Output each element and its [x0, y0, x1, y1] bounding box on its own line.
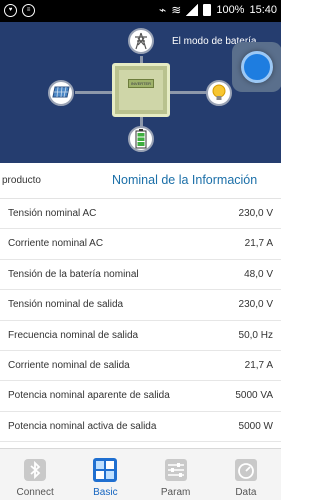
tab-label: Basic — [93, 487, 118, 498]
tab-param[interactable]: Param — [141, 449, 211, 500]
info-header: producto Nominal de la Información — [0, 163, 281, 199]
fab-circle-icon — [241, 51, 273, 83]
inverter-screen: INVERTER — [128, 79, 154, 88]
row-value: 50,0 Hz — [238, 329, 273, 341]
row-label: Frecuencia nominal de salida — [8, 329, 139, 341]
battery-icon — [128, 126, 154, 152]
tab-connect[interactable]: Connect — [0, 449, 70, 500]
light-bulb-icon — [206, 80, 232, 106]
status-bar: ♥ ≡ ⌁ ≋ 100% 15:40 — [0, 0, 281, 22]
list-item: Frecuencia nominal de salida 50,0 Hz — [0, 321, 281, 351]
tab-basic[interactable]: Basic — [70, 449, 140, 500]
row-label: Tensión nominal de salida — [8, 299, 124, 311]
dashboard-icon — [92, 457, 118, 483]
sliders-icon — [163, 457, 189, 483]
system-diagram: INVERTER El modo de batería — [0, 22, 281, 163]
list-item: Potencia nominal activa de salida 5000 W — [0, 412, 281, 443]
row-label: Potencia nominal aparente de salida — [8, 390, 170, 402]
row-value: 21,7 A — [244, 238, 273, 250]
tab-label: Param — [160, 487, 191, 498]
tab-data[interactable]: Data — [211, 449, 281, 500]
row-label: Corriente nominal de salida — [8, 359, 130, 371]
solar-panel-icon — [48, 80, 74, 106]
list-item: Corriente nominal AC 21,7 A — [0, 229, 281, 260]
row-label: Corriente nominal AC — [8, 238, 104, 250]
row-value: 230,0 V — [238, 299, 273, 311]
row-label: Tensión nominal AC — [8, 208, 97, 219]
wifi-icon: ≋ — [171, 3, 182, 17]
list-item: Tensión de la batería nominal 48,0 V — [0, 260, 281, 291]
list-item: Corriente nominal de salida 21,7 A — [0, 351, 281, 382]
row-value: 5000 W — [238, 420, 273, 432]
row-value: 48,0 V — [244, 268, 273, 280]
row-value: 5000 VA — [235, 390, 273, 402]
list-item: Potencia nominal aparente de salida 5000… — [0, 381, 281, 412]
gauge-icon — [233, 457, 259, 483]
row-label: Tensión de la batería nominal — [8, 268, 139, 280]
app-notification-icon: ≡ — [22, 4, 35, 17]
bottom-tab-bar: Connect Basic Param Data — [0, 448, 281, 500]
row-label: Potencia nominal activa de salida — [8, 420, 157, 432]
tab-label: Data — [235, 487, 257, 498]
signal-icon — [186, 4, 199, 16]
inverter-image: INVERTER — [112, 63, 170, 117]
grid-tower-icon — [128, 28, 154, 54]
product-label: producto — [2, 175, 41, 186]
bluetooth-icon — [22, 457, 48, 483]
battery-percent: 100% — [216, 4, 245, 16]
battery-icon — [203, 4, 212, 16]
tab-label: Connect — [16, 487, 54, 498]
floating-action-button[interactable] — [232, 42, 281, 92]
vibrate-icon: ⌁ — [159, 3, 167, 17]
row-value: 21,7 A — [244, 359, 273, 371]
clock: 15:40 — [249, 4, 277, 16]
row-value: 230,0 V — [238, 208, 273, 219]
list-item: Tensión nominal AC 230,0 V — [0, 199, 281, 230]
rated-info-list: Tensión nominal AC 230,0 V Corriente nom… — [0, 199, 281, 443]
notification-icon: ♥ — [4, 4, 17, 17]
list-item: Tensión nominal de salida 230,0 V — [0, 290, 281, 321]
section-title: Nominal de la Información — [112, 173, 258, 187]
